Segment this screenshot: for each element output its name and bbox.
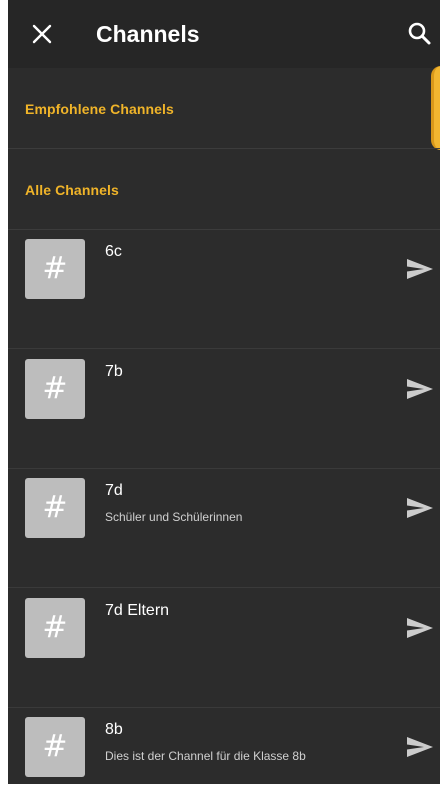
channels-screen: Channels Empfohlene Channels Alle Channe…: [8, 0, 440, 784]
hash-icon: #: [25, 359, 85, 419]
channel-item-7d[interactable]: # 7d Schüler und Schülerinnen: [8, 468, 440, 588]
hash-icon: #: [25, 598, 85, 658]
hash-icon: #: [25, 478, 85, 538]
section-all-channels[interactable]: Alle Channels: [8, 149, 440, 230]
channel-item-8b[interactable]: # 8b Dies ist der Channel für die Klasse…: [8, 707, 440, 784]
send-button[interactable]: [404, 731, 436, 763]
send-button[interactable]: [404, 373, 436, 405]
channel-description: Dies ist der Channel für die Klasse 8b: [105, 749, 306, 763]
page-title: Channels: [96, 21, 200, 47]
send-icon: [407, 259, 433, 279]
send-button[interactable]: [404, 492, 436, 524]
channel-name: 8b: [105, 721, 123, 738]
channel-name: 6c: [105, 243, 122, 260]
send-icon: [407, 618, 433, 638]
channel-description: Schüler und Schülerinnen: [105, 510, 243, 524]
section-label-all: Alle Channels: [25, 182, 119, 198]
channel-name: 7d Eltern: [105, 602, 170, 619]
send-icon: [407, 498, 433, 518]
section-label-recommended: Empfohlene Channels: [25, 101, 174, 117]
hash-icon: #: [25, 239, 85, 299]
send-button[interactable]: [404, 612, 436, 644]
channel-item-7d-eltern[interactable]: # 7d Eltern: [8, 588, 440, 708]
section-recommended-channels[interactable]: Empfohlene Channels: [8, 68, 440, 149]
channel-name: 7d: [105, 482, 123, 499]
send-icon: [407, 379, 433, 399]
channel-item-6c[interactable]: # 6c: [8, 229, 440, 349]
hash-icon: #: [25, 717, 85, 777]
channel-name: 7b: [105, 363, 123, 380]
app-bar: Channels: [8, 0, 440, 68]
search-button[interactable]: [402, 16, 438, 52]
close-button[interactable]: [24, 16, 60, 52]
close-icon: [32, 24, 52, 44]
search-icon: [408, 22, 431, 45]
channel-item-7b[interactable]: # 7b: [8, 349, 440, 469]
send-icon: [407, 737, 433, 757]
send-button[interactable]: [404, 253, 436, 285]
